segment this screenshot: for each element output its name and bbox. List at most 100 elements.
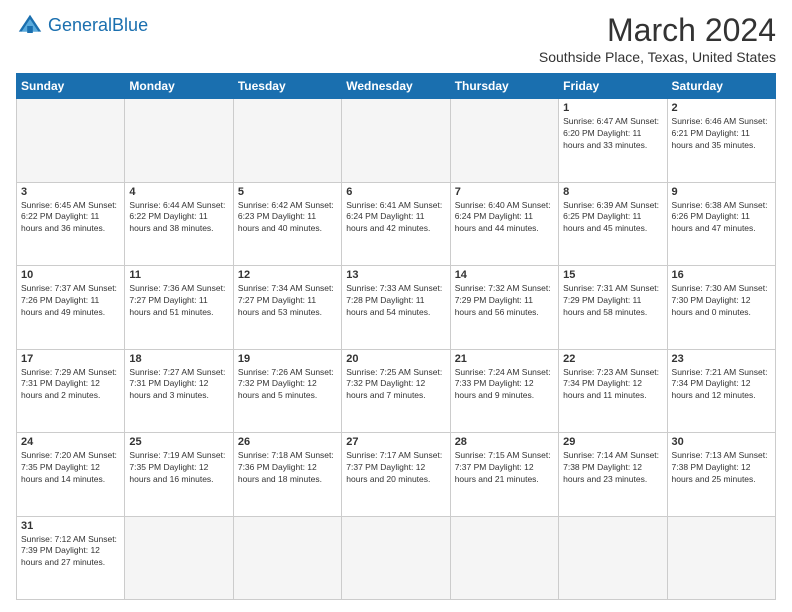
- day-info: Sunrise: 7:32 AM Sunset: 7:29 PM Dayligh…: [455, 283, 554, 319]
- calendar-cell: 12 Sunrise: 7:34 AM Sunset: 7:27 PM Dayli…: [233, 266, 341, 350]
- day-number: 21: [455, 353, 554, 365]
- calendar-cell: 14 Sunrise: 7:32 AM Sunset: 7:29 PM Dayli…: [450, 266, 558, 350]
- day-info: Sunrise: 7:23 AM Sunset: 7:34 PM Dayligh…: [563, 367, 662, 403]
- calendar-table: Sunday Monday Tuesday Wednesday Thursday…: [16, 73, 776, 600]
- calendar-cell: 19 Sunrise: 7:26 AM Sunset: 7:32 PM Dayli…: [233, 349, 341, 433]
- calendar-cell: [667, 516, 775, 600]
- calendar-cell: 10Sunrise: 7:37 AM Sunset: 7:26 PM Dayli…: [17, 266, 125, 350]
- month-title: March 2024: [539, 12, 776, 49]
- calendar-cell: [233, 516, 341, 600]
- calendar-cell: [450, 99, 558, 183]
- col-friday: Friday: [559, 74, 667, 99]
- col-wednesday: Wednesday: [342, 74, 450, 99]
- logo-text: GeneralBlue: [48, 16, 148, 36]
- day-info: Sunrise: 7:37 AM Sunset: 7:26 PM Dayligh…: [21, 283, 120, 319]
- day-info: Sunrise: 7:20 AM Sunset: 7:35 PM Dayligh…: [21, 450, 120, 486]
- calendar-week-3: 10Sunrise: 7:37 AM Sunset: 7:26 PM Dayli…: [17, 266, 776, 350]
- day-number: 31: [21, 520, 120, 532]
- calendar-week-5: 24 Sunrise: 7:20 AM Sunset: 7:35 PM Dayli…: [17, 433, 776, 517]
- day-info: Sunrise: 6:44 AM Sunset: 6:22 PM Dayligh…: [129, 200, 228, 236]
- calendar-cell: 27 Sunrise: 7:17 AM Sunset: 7:37 PM Dayli…: [342, 433, 450, 517]
- day-number: 19: [238, 353, 337, 365]
- title-area: March 2024 Southside Place, Texas, Unite…: [539, 12, 776, 65]
- day-info: Sunrise: 7:18 AM Sunset: 7:36 PM Dayligh…: [238, 450, 337, 486]
- calendar-cell: 4 Sunrise: 6:44 AM Sunset: 6:22 PM Daylig…: [125, 182, 233, 266]
- day-info: Sunrise: 7:21 AM Sunset: 7:34 PM Dayligh…: [672, 367, 771, 403]
- day-number: 24: [21, 436, 120, 448]
- day-number: 23: [672, 353, 771, 365]
- calendar-cell: 25 Sunrise: 7:19 AM Sunset: 7:35 PM Dayli…: [125, 433, 233, 517]
- calendar-cell: 29 Sunrise: 7:14 AM Sunset: 7:38 PM Dayli…: [559, 433, 667, 517]
- calendar-cell: 7Sunrise: 6:40 AM Sunset: 6:24 PM Daylig…: [450, 182, 558, 266]
- page: GeneralBlue March 2024 Southside Place, …: [0, 0, 792, 612]
- calendar-header-row: Sunday Monday Tuesday Wednesday Thursday…: [17, 74, 776, 99]
- calendar-week-4: 17 Sunrise: 7:29 AM Sunset: 7:31 PM Dayli…: [17, 349, 776, 433]
- day-info: Sunrise: 7:27 AM Sunset: 7:31 PM Dayligh…: [129, 367, 228, 403]
- day-number: 25: [129, 436, 228, 448]
- calendar-cell: 31Sunrise: 7:12 AM Sunset: 7:39 PM Dayli…: [17, 516, 125, 600]
- day-info: Sunrise: 7:29 AM Sunset: 7:31 PM Dayligh…: [21, 367, 120, 403]
- day-number: 29: [563, 436, 662, 448]
- calendar-cell: 1Sunrise: 6:47 AM Sunset: 6:20 PM Daylig…: [559, 99, 667, 183]
- day-info: Sunrise: 7:25 AM Sunset: 7:32 PM Dayligh…: [346, 367, 445, 403]
- logo: GeneralBlue: [16, 12, 148, 40]
- day-info: Sunrise: 7:26 AM Sunset: 7:32 PM Dayligh…: [238, 367, 337, 403]
- day-number: 28: [455, 436, 554, 448]
- calendar-cell: [450, 516, 558, 600]
- day-number: 3: [21, 186, 120, 198]
- day-number: 4: [129, 186, 228, 198]
- calendar-cell: 5 Sunrise: 6:42 AM Sunset: 6:23 PM Daylig…: [233, 182, 341, 266]
- logo-blue: Blue: [112, 15, 148, 35]
- calendar-cell: 9Sunrise: 6:38 AM Sunset: 6:26 PM Daylig…: [667, 182, 775, 266]
- calendar-cell: 26 Sunrise: 7:18 AM Sunset: 7:36 PM Dayli…: [233, 433, 341, 517]
- day-info: Sunrise: 6:46 AM Sunset: 6:21 PM Dayligh…: [672, 116, 771, 152]
- day-info: Sunrise: 7:36 AM Sunset: 7:27 PM Dayligh…: [129, 283, 228, 319]
- calendar-cell: 15 Sunrise: 7:31 AM Sunset: 7:29 PM Dayli…: [559, 266, 667, 350]
- calendar-week-6: 31Sunrise: 7:12 AM Sunset: 7:39 PM Dayli…: [17, 516, 776, 600]
- calendar-cell: [125, 99, 233, 183]
- day-number: 17: [21, 353, 120, 365]
- day-number: 6: [346, 186, 445, 198]
- day-info: Sunrise: 7:31 AM Sunset: 7:29 PM Dayligh…: [563, 283, 662, 319]
- calendar-cell: 6Sunrise: 6:41 AM Sunset: 6:24 PM Daylig…: [342, 182, 450, 266]
- day-number: 5: [238, 186, 337, 198]
- header: GeneralBlue March 2024 Southside Place, …: [16, 12, 776, 65]
- day-info: Sunrise: 7:19 AM Sunset: 7:35 PM Dayligh…: [129, 450, 228, 486]
- day-info: Sunrise: 6:39 AM Sunset: 6:25 PM Dayligh…: [563, 200, 662, 236]
- day-number: 20: [346, 353, 445, 365]
- calendar-cell: 18 Sunrise: 7:27 AM Sunset: 7:31 PM Dayli…: [125, 349, 233, 433]
- day-number: 18: [129, 353, 228, 365]
- day-number: 27: [346, 436, 445, 448]
- calendar-cell: 11 Sunrise: 7:36 AM Sunset: 7:27 PM Dayli…: [125, 266, 233, 350]
- day-number: 13: [346, 269, 445, 281]
- calendar-cell: [17, 99, 125, 183]
- day-info: Sunrise: 6:42 AM Sunset: 6:23 PM Dayligh…: [238, 200, 337, 236]
- day-number: 15: [563, 269, 662, 281]
- calendar-cell: 3Sunrise: 6:45 AM Sunset: 6:22 PM Daylig…: [17, 182, 125, 266]
- calendar-cell: 13 Sunrise: 7:33 AM Sunset: 7:28 PM Dayli…: [342, 266, 450, 350]
- day-info: Sunrise: 7:15 AM Sunset: 7:37 PM Dayligh…: [455, 450, 554, 486]
- calendar-cell: 28 Sunrise: 7:15 AM Sunset: 7:37 PM Dayli…: [450, 433, 558, 517]
- col-monday: Monday: [125, 74, 233, 99]
- calendar-cell: [233, 99, 341, 183]
- calendar-cell: [125, 516, 233, 600]
- calendar-cell: 17 Sunrise: 7:29 AM Sunset: 7:31 PM Dayli…: [17, 349, 125, 433]
- day-info: Sunrise: 7:33 AM Sunset: 7:28 PM Dayligh…: [346, 283, 445, 319]
- day-info: Sunrise: 7:17 AM Sunset: 7:37 PM Dayligh…: [346, 450, 445, 486]
- calendar-cell: 20 Sunrise: 7:25 AM Sunset: 7:32 PM Dayli…: [342, 349, 450, 433]
- calendar-cell: [342, 516, 450, 600]
- day-info: Sunrise: 7:14 AM Sunset: 7:38 PM Dayligh…: [563, 450, 662, 486]
- day-number: 22: [563, 353, 662, 365]
- day-info: Sunrise: 7:13 AM Sunset: 7:38 PM Dayligh…: [672, 450, 771, 486]
- day-number: 7: [455, 186, 554, 198]
- day-number: 26: [238, 436, 337, 448]
- day-number: 14: [455, 269, 554, 281]
- subtitle: Southside Place, Texas, United States: [539, 49, 776, 65]
- day-info: Sunrise: 7:34 AM Sunset: 7:27 PM Dayligh…: [238, 283, 337, 319]
- day-number: 11: [129, 269, 228, 281]
- day-info: Sunrise: 6:38 AM Sunset: 6:26 PM Dayligh…: [672, 200, 771, 236]
- calendar-week-1: 1Sunrise: 6:47 AM Sunset: 6:20 PM Daylig…: [17, 99, 776, 183]
- day-number: 12: [238, 269, 337, 281]
- calendar-cell: [342, 99, 450, 183]
- logo-general: General: [48, 15, 112, 35]
